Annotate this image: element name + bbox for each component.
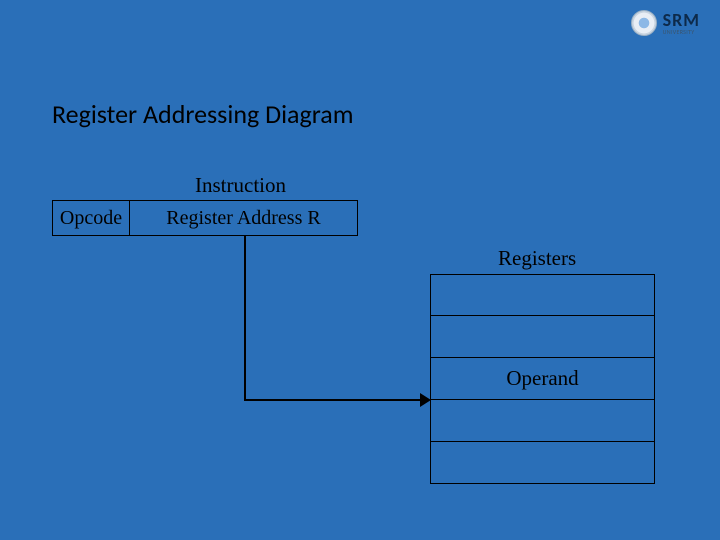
- register-row: [430, 442, 655, 484]
- instruction-box: Opcode Register Address R: [52, 200, 358, 236]
- opcode-cell: Opcode: [52, 200, 130, 236]
- logo-text: SRM UNIVERSITY: [663, 11, 700, 35]
- connector-vertical: [244, 236, 246, 400]
- register-address-cell: Register Address R: [130, 200, 358, 236]
- connector-horizontal: [244, 399, 422, 401]
- register-file: Operand: [430, 274, 655, 484]
- instruction-label: Instruction: [195, 173, 286, 198]
- arrow-right-icon: [420, 393, 431, 407]
- page-title: Register Addressing Diagram: [52, 98, 354, 130]
- logo-main: SRM: [663, 11, 700, 29]
- registers-label: Registers: [498, 246, 576, 271]
- logo: SRM UNIVERSITY: [631, 10, 700, 36]
- seal-icon: [631, 10, 657, 36]
- register-row: [430, 316, 655, 358]
- logo-sub: UNIVERSITY: [663, 29, 700, 35]
- register-row-operand: Operand: [430, 358, 655, 400]
- register-row: [430, 400, 655, 442]
- register-row: [430, 274, 655, 316]
